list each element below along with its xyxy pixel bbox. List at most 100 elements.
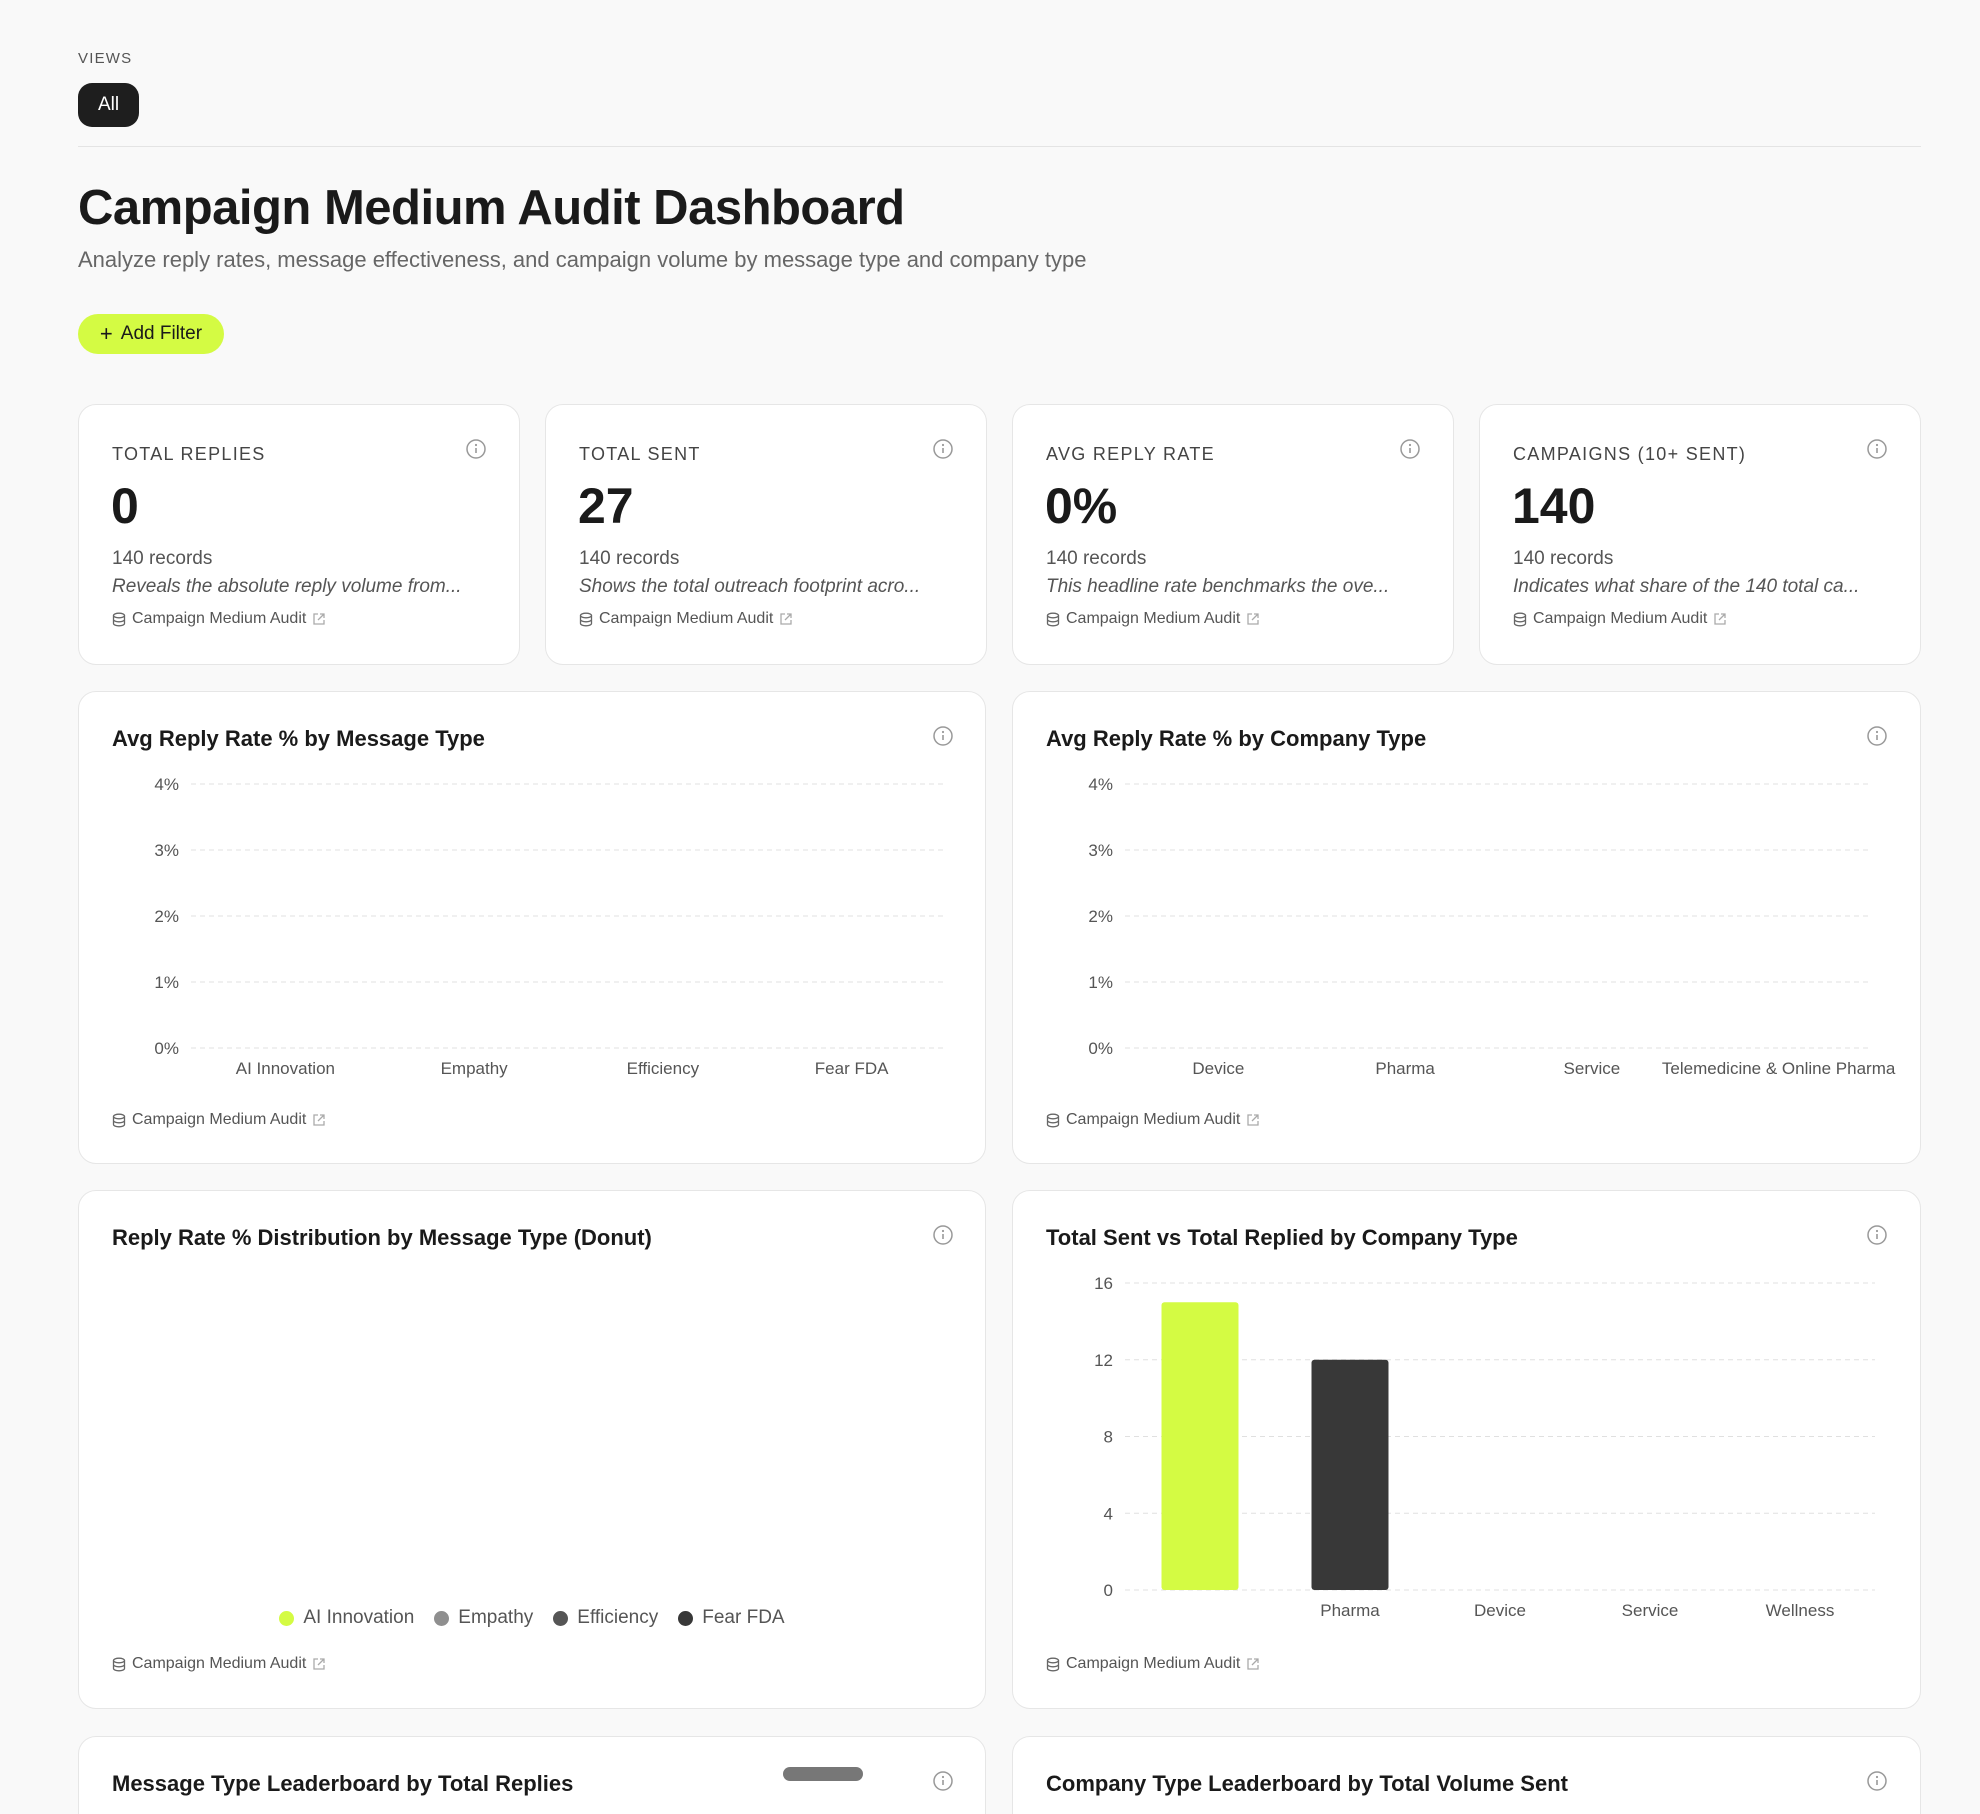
bar[interactable] xyxy=(1311,1359,1389,1590)
kpi-card: TOTAL REPLIES 0 140 records Reveals the … xyxy=(78,404,520,665)
y-tick-label: 1% xyxy=(1088,973,1113,992)
bar-chart-sent-vs-replied: 0 4 8 12 16 Pharma Device Service Wellness xyxy=(1094,1274,1875,1620)
kpi-records: 140 records xyxy=(1046,548,1147,569)
kpi-card: AVG REPLY RATE 0% 140 records This headl… xyxy=(1012,404,1454,665)
kpi-value: 0 xyxy=(111,478,139,534)
legend-item[interactable]: Efficiency xyxy=(553,1607,658,1629)
y-tick-label: 0% xyxy=(1088,1039,1113,1058)
legend-swatch xyxy=(678,1610,694,1626)
legend-item[interactable]: Empathy xyxy=(434,1607,533,1629)
info-icon[interactable] xyxy=(465,438,487,460)
info-icon[interactable] xyxy=(932,1224,954,1246)
scrollbar-thumb[interactable] xyxy=(783,1767,863,1781)
kpi-card: TOTAL SENT 27 140 records Shows the tota… xyxy=(545,404,987,665)
kpi-description: Indicates what share of the 140 total ca… xyxy=(1513,576,1860,597)
chart-title: Reply Rate % Distribution by Message Typ… xyxy=(112,1225,652,1250)
y-tick-label: 12 xyxy=(1094,1351,1113,1370)
x-tick-label: Pharma xyxy=(1375,1059,1435,1078)
legend-label: Empathy xyxy=(458,1607,534,1628)
source-label: Campaign Medium Audit xyxy=(132,610,307,627)
x-tick-label: Service xyxy=(1622,1601,1679,1620)
view-tab-all[interactable]: All xyxy=(78,83,139,127)
external-link-icon xyxy=(313,1658,325,1670)
legend-label: AI Innovation xyxy=(303,1607,415,1628)
kpi-label: TOTAL SENT xyxy=(579,444,701,464)
kpi-value: 27 xyxy=(578,478,634,534)
database-icon xyxy=(1046,612,1060,626)
y-tick-label: 1% xyxy=(154,973,179,992)
y-tick-label: 4% xyxy=(154,775,179,794)
page-subtitle: Analyze reply rates, message effectivene… xyxy=(78,247,1087,272)
source-link[interactable]: Campaign Medium Audit xyxy=(1046,610,1260,628)
y-tick-label: 3% xyxy=(154,841,179,860)
kpi-records: 140 records xyxy=(1513,548,1614,569)
x-tick-label: Efficiency xyxy=(627,1059,700,1078)
legend-label: Fear FDA xyxy=(702,1607,785,1628)
source-link[interactable]: Campaign Medium Audit xyxy=(112,1111,326,1129)
legend-swatch xyxy=(553,1610,569,1626)
source-link[interactable]: Campaign Medium Audit xyxy=(1046,1111,1260,1129)
source-link[interactable]: Campaign Medium Audit xyxy=(1046,1655,1260,1673)
y-tick-label: 2% xyxy=(154,907,179,926)
x-tick-label: Wellness xyxy=(1766,1601,1835,1620)
y-tick-label: 0% xyxy=(154,1039,179,1058)
source-label: Campaign Medium Audit xyxy=(1066,1111,1241,1128)
y-tick-label: 16 xyxy=(1094,1274,1113,1293)
info-icon[interactable] xyxy=(932,438,954,460)
y-tick-label: 0 xyxy=(1104,1581,1113,1600)
source-label: Campaign Medium Audit xyxy=(132,1111,307,1128)
x-tick-label: AI Innovation xyxy=(236,1059,335,1078)
source-link[interactable]: Campaign Medium Audit xyxy=(112,610,326,628)
y-tick-label: 4 xyxy=(1104,1504,1113,1523)
external-link-icon xyxy=(1714,613,1726,625)
chart-title: Message Type Leaderboard by Total Replie… xyxy=(112,1771,574,1796)
chart-title: Company Type Leaderboard by Total Volume… xyxy=(1046,1771,1568,1796)
database-icon xyxy=(112,612,126,626)
source-label: Campaign Medium Audit xyxy=(1066,1655,1241,1672)
add-filter-button[interactable]: + Add Filter xyxy=(78,314,224,354)
legend-swatch xyxy=(279,1610,295,1626)
database-icon xyxy=(579,612,593,626)
source-label: Campaign Medium Audit xyxy=(132,1655,307,1672)
chart-card-by-message: Avg Reply Rate % by Message Type 0% 1% 2% 3… xyxy=(78,691,986,1164)
external-link-icon xyxy=(313,613,325,625)
source-link[interactable]: Campaign Medium Audit xyxy=(112,1655,326,1673)
info-icon[interactable] xyxy=(1399,438,1421,460)
chart-card-donut: Reply Rate % Distribution by Message Typ… xyxy=(78,1190,986,1709)
info-icon[interactable] xyxy=(932,1770,954,1792)
external-link-icon xyxy=(1247,1114,1259,1126)
bar[interactable] xyxy=(1161,1302,1239,1590)
y-tick-label: 4% xyxy=(1088,775,1113,794)
y-tick-label: 8 xyxy=(1104,1428,1113,1447)
info-icon[interactable] xyxy=(1866,1770,1888,1792)
kpi-description: Reveals the absolute reply volume from..… xyxy=(112,576,462,597)
x-tick-label: Device xyxy=(1474,1601,1526,1620)
legend-item[interactable]: AI Innovation xyxy=(279,1607,414,1629)
external-link-icon xyxy=(1247,1658,1259,1670)
y-tick-label: 3% xyxy=(1088,841,1113,860)
legend-item[interactable]: Fear FDA xyxy=(678,1607,785,1629)
legend-swatch xyxy=(434,1610,450,1626)
chart-card-message-leaderboard: Message Type Leaderboard by Total Replie… xyxy=(78,1736,986,1814)
kpi-description: This headline rate benchmarks the ove... xyxy=(1046,576,1390,597)
kpi-records: 140 records xyxy=(112,548,213,569)
legend-label: Efficiency xyxy=(577,1607,659,1628)
source-link[interactable]: Campaign Medium Audit xyxy=(579,610,793,628)
source-label: Campaign Medium Audit xyxy=(1066,610,1241,627)
source-label: Campaign Medium Audit xyxy=(1533,610,1708,627)
kpi-label: TOTAL REPLIES xyxy=(112,444,266,464)
database-icon xyxy=(1046,1657,1060,1671)
external-link-icon xyxy=(1247,613,1259,625)
kpi-value: 140 xyxy=(1512,478,1596,534)
views-label: VIEWS xyxy=(78,50,133,67)
database-icon xyxy=(1046,1113,1060,1127)
info-icon[interactable] xyxy=(1866,438,1888,460)
y-tick-label: 2% xyxy=(1088,907,1113,926)
kpi-records: 140 records xyxy=(579,548,680,569)
kpi-card: CAMPAIGNS (10+ SENT) 140 140 records Ind… xyxy=(1479,404,1921,665)
plus-icon: + xyxy=(99,321,113,346)
database-icon xyxy=(112,1113,126,1127)
source-link[interactable]: Campaign Medium Audit xyxy=(1513,610,1727,628)
external-link-icon xyxy=(780,613,792,625)
kpi-label: CAMPAIGNS (10+ SENT) xyxy=(1513,444,1747,464)
